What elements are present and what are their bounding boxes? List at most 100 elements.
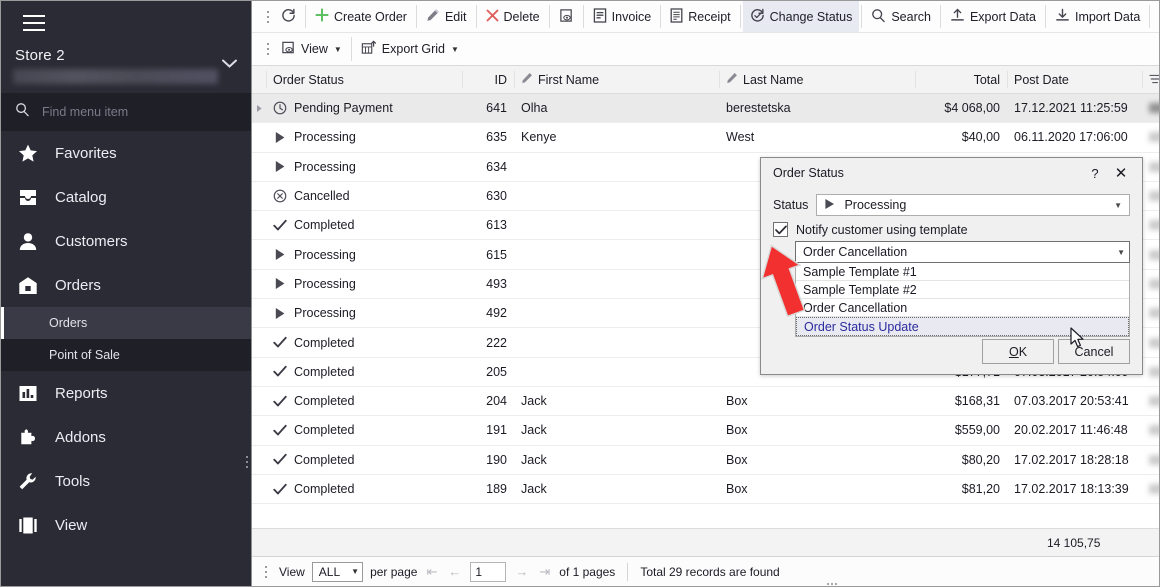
table-row[interactable]: Processing635KenyeWest$40,0006.11.2020 1… [252, 123, 1160, 152]
sidebar-item-orders-sub[interactable]: Orders [1, 307, 251, 339]
sidebar-item-reports[interactable]: Reports [1, 371, 251, 415]
search-button[interactable]: Search [864, 1, 938, 32]
help-button[interactable]: ? [1082, 162, 1108, 184]
row-expander[interactable] [252, 153, 266, 181]
sidebar-resize-grip[interactable] [246, 456, 248, 468]
row-expander[interactable] [252, 270, 266, 298]
cell-first-name[interactable] [514, 153, 719, 181]
cell-first-name[interactable]: Olha [514, 94, 719, 122]
table-row[interactable]: Completed191JackBox$559,0020.02.2017 11:… [252, 416, 1160, 445]
column-header-total[interactable]: Total [915, 66, 1007, 93]
row-expander[interactable] [252, 240, 266, 268]
sidebar-item-customers[interactable]: Customers [1, 219, 251, 263]
invoice-button[interactable]: Invoice [586, 1, 659, 32]
cell-first-name[interactable] [514, 240, 719, 268]
column-header-id[interactable]: ID [462, 66, 514, 93]
receipt-button[interactable]: Receipt [663, 1, 737, 32]
cell-first-name[interactable]: Jack [514, 446, 719, 474]
row-expander[interactable] [252, 182, 266, 210]
cell-first-name[interactable] [514, 270, 719, 298]
cell-first-name[interactable] [514, 328, 719, 356]
cell-first-name[interactable]: Jack [514, 475, 719, 503]
cell-last-name[interactable]: Box [719, 387, 915, 415]
toolbar-drag-grip[interactable] [262, 1, 274, 32]
hamburger-menu-icon[interactable] [9, 1, 59, 45]
template-dropdown-list[interactable]: Sample Template #1Sample Template #2Orde… [795, 263, 1130, 337]
cell-last-name[interactable]: Box [719, 446, 915, 474]
ok-button[interactable]: OK [982, 339, 1054, 364]
table-row[interactable]: Completed189JackBox$81,2017.02.2017 18:1… [252, 475, 1160, 504]
template-option[interactable]: Order Cancellation [796, 299, 1129, 317]
edit-button[interactable]: Edit [419, 1, 474, 32]
sidebar-item-addons[interactable]: Addons [1, 415, 251, 459]
next-page-button[interactable]: → [513, 564, 530, 579]
dialog-title-bar[interactable]: Order Status ? ✕ [761, 158, 1142, 188]
sidebar-item-point-of-sale[interactable]: Point of Sale [1, 339, 251, 371]
view-dropdown-button[interactable]: View ▼ [274, 33, 349, 65]
statusbar-drag-grip[interactable] [260, 566, 272, 578]
table-row[interactable]: Completed190JackBox$80,2017.02.2017 18:2… [252, 446, 1160, 475]
toolbar-drag-grip-2[interactable] [262, 33, 274, 65]
row-expander[interactable] [252, 387, 266, 415]
notify-checkbox-row[interactable]: Notify customer using template [773, 222, 1130, 237]
sidebar-item-orders[interactable]: Orders [1, 263, 251, 307]
close-icon[interactable]: ✕ [1108, 162, 1134, 184]
table-row[interactable]: Pending Payment641Olhaberestetska$4 068,… [252, 94, 1160, 123]
cell-first-name[interactable]: Jack [514, 416, 719, 444]
last-page-button[interactable]: ⇥ [537, 564, 552, 580]
template-option[interactable]: Order Status Update [796, 317, 1129, 336]
change-status-button[interactable]: Change Status [743, 1, 860, 32]
row-expander[interactable] [252, 328, 266, 356]
chevron-down-icon[interactable] [222, 55, 237, 71]
template-option[interactable]: Sample Template #2 [796, 281, 1129, 299]
sidebar-item-catalog[interactable]: Catalog [1, 175, 251, 219]
row-expander[interactable] [252, 446, 266, 474]
cell-first-name[interactable] [514, 358, 719, 386]
import-data-button[interactable]: Import Data [1048, 1, 1147, 32]
menu-search-input[interactable]: Find menu item [1, 93, 251, 131]
row-expander[interactable] [252, 475, 266, 503]
export-grid-button[interactable]: Export Grid ▼ [354, 33, 466, 65]
template-select[interactable]: Order Cancellation ▼ [795, 241, 1130, 263]
notify-checkbox[interactable] [773, 222, 788, 237]
first-page-button[interactable]: ⇤ [424, 564, 439, 580]
row-expander[interactable] [252, 299, 266, 327]
sidebar-item-favorites[interactable]: Favorites [1, 131, 251, 175]
cell-first-name[interactable] [514, 211, 719, 239]
cell-last-name[interactable]: berestetska [719, 94, 915, 122]
sidebar-item-view[interactable]: View [1, 503, 251, 547]
cell-last-name[interactable]: West [719, 123, 915, 151]
template-option[interactable]: Sample Template #1 [796, 263, 1129, 281]
prev-page-button[interactable]: ← [446, 564, 463, 579]
row-expander[interactable] [252, 94, 266, 122]
preview-button[interactable] [552, 1, 581, 32]
reports-button[interactable]: Reports ▼ [1152, 1, 1160, 32]
horizontal-scroll-grip[interactable] [827, 583, 837, 585]
status-select[interactable]: Processing ▼ [816, 194, 1130, 216]
cell-last-name[interactable]: Box [719, 475, 915, 503]
row-expander[interactable] [252, 211, 266, 239]
row-expander[interactable] [252, 123, 266, 151]
delete-button[interactable]: Delete [479, 1, 547, 32]
create-order-button[interactable]: Create Order [308, 1, 414, 32]
store-selector[interactable]: Store 2 [1, 45, 251, 93]
cell-first-name[interactable] [514, 299, 719, 327]
cell-first-name[interactable]: Kenye [514, 123, 719, 151]
sidebar-item-tools[interactable]: Tools [1, 459, 251, 503]
page-size-select[interactable]: ALL ▼ [312, 562, 363, 582]
column-header-email[interactable]: Email [1142, 66, 1160, 93]
page-number-input[interactable] [470, 562, 506, 582]
column-header-first-name[interactable]: First Name [514, 66, 719, 93]
row-expander[interactable] [252, 358, 266, 386]
refresh-button[interactable] [274, 1, 303, 32]
column-header-order-status[interactable]: Order Status [266, 66, 462, 93]
cell-first-name[interactable] [514, 182, 719, 210]
table-row[interactable]: Completed204JackBox$168,3107.03.2017 20:… [252, 387, 1160, 416]
export-data-button[interactable]: Export Data [943, 1, 1043, 32]
cell-first-name[interactable]: Jack [514, 387, 719, 415]
row-expander[interactable] [252, 416, 266, 444]
cancel-button[interactable]: Cancel [1058, 339, 1130, 364]
column-header-post-date[interactable]: Post Date [1007, 66, 1142, 93]
column-header-last-name[interactable]: Last Name [719, 66, 915, 93]
cell-last-name[interactable]: Box [719, 416, 915, 444]
